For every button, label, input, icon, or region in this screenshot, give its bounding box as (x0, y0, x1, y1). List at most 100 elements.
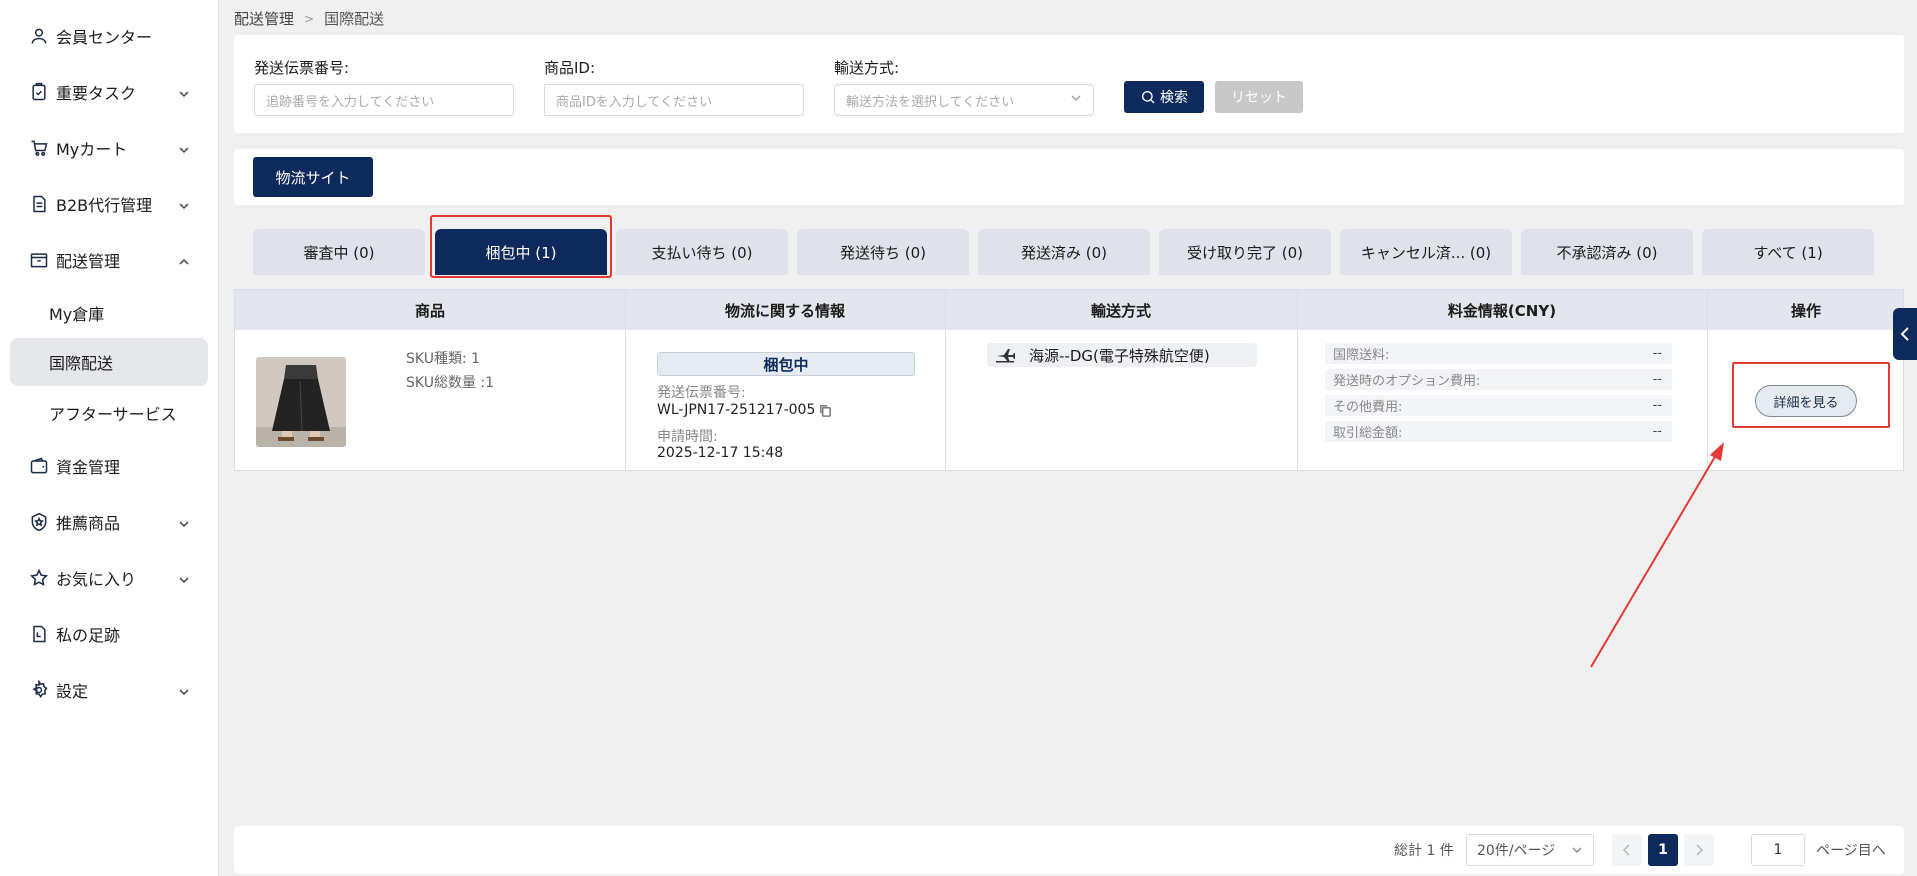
shipping-method-select[interactable]: 輸送方法を選択してください (834, 84, 1094, 116)
copy-icon[interactable] (819, 404, 832, 417)
transport-method: 海源--DG(電子特殊航空便) (1029, 346, 1210, 365)
status-badge: 梱包中 (657, 352, 915, 376)
tab-cancelled[interactable]: キャンセル済... (0) (1340, 229, 1512, 275)
sidebar-item-my-warehouse[interactable]: My倉庫 (10, 289, 208, 337)
page-number-button[interactable]: 1 (1648, 834, 1678, 866)
sku-types: SKU種類: 1 (406, 351, 481, 367)
sidebar-item-label: 推薦商品 (56, 514, 121, 533)
tracking-number-value: WL-JPN17-251217-005 (657, 402, 832, 418)
fee-label: 発送時のオプション費用: (1333, 374, 1481, 389)
star-icon (28, 567, 50, 589)
sidebar-item-shipping[interactable]: 配送管理 (10, 236, 208, 284)
fee-value: -- (1652, 372, 1662, 387)
tab-all[interactable]: すべて (1) (1702, 229, 1874, 275)
page-jump-input[interactable]: 1 (1751, 834, 1805, 866)
cart-icon (28, 137, 50, 159)
clipboard-check-icon (28, 81, 50, 103)
header-product: 商品 (414, 301, 445, 320)
shipment-table: 商品 物流に関する情報 輸送方式 料金情報(CNY) 操作 SKU種類: 1 S… (234, 289, 1904, 471)
sidebar-item-recommended[interactable]: 推薦商品 (10, 498, 208, 546)
logistics-panel: 物流サイト (234, 149, 1904, 205)
header-logistics: 物流に関する情報 (724, 301, 845, 320)
tab-shipped[interactable]: 発送済み (0) (978, 229, 1150, 275)
column-divider (1297, 290, 1298, 471)
sidebar-item-important-tasks[interactable]: 重要タスク (10, 68, 208, 116)
sidebar: 会員センター 重要タスク Myカート B2B代行管理 配送管理 My倉庫 国際配… (0, 0, 219, 876)
document-icon (28, 193, 50, 215)
fee-total: 取引総金額: -- (1325, 421, 1672, 442)
tab-received[interactable]: 受け取り完了 (0) (1159, 229, 1331, 275)
view-details-button[interactable]: 詳細を見る (1755, 385, 1857, 417)
sidebar-item-funds[interactable]: 資金管理 (10, 442, 208, 490)
tab-awaiting-payment[interactable]: 支払い待ち (0) (616, 229, 788, 275)
logistics-site-button[interactable]: 物流サイト (253, 157, 373, 197)
sidebar-item-my-cart[interactable]: Myカート (10, 124, 208, 172)
product-id-field: 商品ID: 商品IDを入力してください (544, 57, 804, 116)
tab-rejected[interactable]: 不承認済み (0) (1521, 229, 1693, 275)
shipping-method-field: 輸送方式: 輸送方法を選択してください (834, 57, 1094, 116)
product-id-input[interactable]: 商品IDを入力してください (544, 84, 804, 116)
sidebar-subitem-label: 国際配送 (49, 354, 114, 373)
sidebar-item-favorites[interactable]: お気に入り (10, 554, 208, 602)
box-icon (28, 249, 50, 271)
prev-page-button[interactable] (1612, 834, 1642, 866)
sidebar-item-label: B2B代行管理 (56, 196, 153, 215)
sidebar-item-label: 重要タスク (56, 84, 137, 103)
fee-value: -- (1652, 424, 1662, 439)
pagination-total: 総計 1 件 (1394, 843, 1454, 859)
search-icon (1142, 91, 1155, 104)
side-panel-toggle[interactable] (1893, 308, 1917, 360)
tab-awaiting-shipment[interactable]: 発送待ち (0) (797, 229, 969, 275)
chevron-down-icon (1572, 847, 1582, 854)
sku-total: SKU総数量 :1 (406, 375, 495, 391)
applied-time-label: 申請時間: (657, 429, 718, 445)
gear-icon (28, 679, 50, 701)
chevron-down-icon (178, 571, 190, 584)
page-size-select[interactable]: 20件/ページ (1466, 834, 1594, 866)
chevron-right-icon (1696, 844, 1704, 856)
column-divider (625, 290, 626, 471)
chevron-left-icon (1900, 327, 1909, 341)
product-thumbnail[interactable] (256, 357, 346, 447)
sidebar-item-label: 私の足跡 (56, 626, 121, 645)
tracking-input[interactable]: 追跡番号を入力してください (254, 84, 514, 116)
table-header: 商品 物流に関する情報 輸送方式 料金情報(CNY) 操作 (235, 290, 1903, 330)
chevron-left-icon (1622, 844, 1630, 856)
next-page-button[interactable] (1684, 834, 1714, 866)
fee-international: 国際送料: -- (1325, 343, 1672, 364)
fee-value: -- (1652, 346, 1662, 361)
sidebar-item-history[interactable]: 私の足跡 (10, 610, 208, 658)
history-icon (28, 623, 50, 645)
applied-time-value: 2025-12-17 15:48 (657, 445, 784, 461)
search-button[interactable]: 検索 (1124, 81, 1204, 113)
reset-button[interactable]: リセット (1215, 81, 1303, 113)
product-id-label: 商品ID: (544, 59, 596, 77)
sidebar-subitem-label: My倉庫 (49, 305, 105, 324)
sidebar-item-after-service[interactable]: アフターサービス (10, 389, 208, 437)
badge-star-icon (28, 511, 50, 533)
tracking-number-label: 発送伝票番号: (657, 385, 746, 401)
sidebar-item-settings[interactable]: 設定 (10, 666, 208, 714)
fee-value: -- (1652, 398, 1662, 413)
breadcrumb-current: 国際配送 (324, 10, 385, 28)
chevron-up-icon (178, 253, 190, 265)
sidebar-item-b2b[interactable]: B2B代行管理 (10, 180, 208, 228)
sidebar-item-label: 設定 (56, 682, 89, 701)
column-divider (945, 290, 946, 471)
search-button-label: 検索 (1160, 90, 1188, 106)
breadcrumb-parent[interactable]: 配送管理 (234, 8, 294, 29)
shipping-method-placeholder: 輸送方法を選択してください (846, 94, 1015, 110)
tab-reviewing[interactable]: 審査中 (0) (253, 229, 425, 275)
fee-label: 取引総金額: (1333, 426, 1403, 441)
sidebar-item-member-center[interactable]: 会員センター (10, 12, 208, 60)
pagination: 総計 1 件 20件/ページ 1 1 ページ目へ (234, 826, 1904, 874)
page-size-value: 20件/ページ (1477, 843, 1556, 859)
filter-panel: 発送伝票番号: 追跡番号を入力してください 商品ID: 商品IDを入力してくださ… (234, 35, 1904, 133)
breadcrumb: 配送管理 > 国際配送 (234, 8, 384, 29)
sidebar-item-international-shipping[interactable]: 国際配送 (10, 338, 208, 386)
tab-packing[interactable]: 梱包中 (1) (435, 229, 607, 275)
chevron-down-icon (178, 515, 190, 528)
chevron-down-icon (178, 85, 190, 98)
page-jump-suffix: ページ目へ (1816, 843, 1886, 859)
shipping-method-label: 輸送方式: (834, 59, 900, 77)
